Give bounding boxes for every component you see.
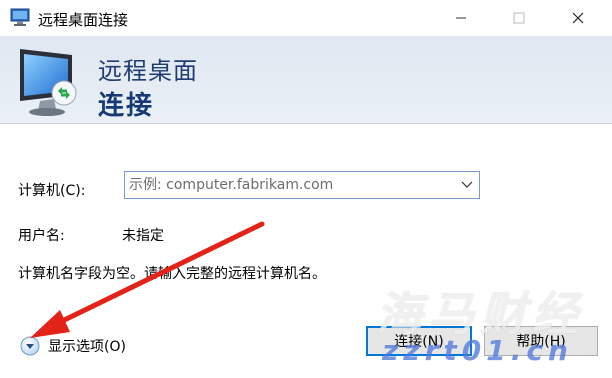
header-title-line1: 远程桌面 (98, 57, 198, 85)
window-title: 远程桌面连接 (38, 11, 129, 29)
show-options-toggle[interactable]: 显示选项(O) (20, 336, 126, 356)
expand-options-icon[interactable] (20, 336, 40, 356)
help-button[interactable]: 帮助(H) (484, 326, 598, 356)
close-button[interactable] (555, 0, 601, 36)
close-icon (572, 12, 584, 24)
maximize-button[interactable] (496, 0, 542, 36)
connect-button[interactable]: 连接(N) (366, 326, 472, 356)
minimize-icon (456, 17, 466, 19)
show-options-label[interactable]: 显示选项(O) (48, 336, 126, 356)
username-value: 未指定 (122, 228, 164, 244)
header-title-line2: 连接 (98, 91, 155, 121)
remote-desktop-icon (10, 8, 30, 26)
title-bar: 远程桌面连接 (0, 0, 612, 36)
monitor-connect-icon (20, 49, 77, 116)
chevron-down-icon[interactable] (459, 178, 475, 192)
username-label: 用户名: (18, 228, 65, 244)
computer-label: 计算机(C): (18, 183, 86, 199)
minimize-button[interactable] (438, 0, 484, 36)
computer-input[interactable] (125, 172, 455, 198)
hint-text: 计算机名字段为空。请输入完整的远程计算机名。 (18, 266, 326, 282)
header-banner: 远程桌面 连接 (0, 36, 612, 124)
computer-combobox[interactable] (124, 171, 480, 199)
maximize-icon (513, 12, 525, 24)
